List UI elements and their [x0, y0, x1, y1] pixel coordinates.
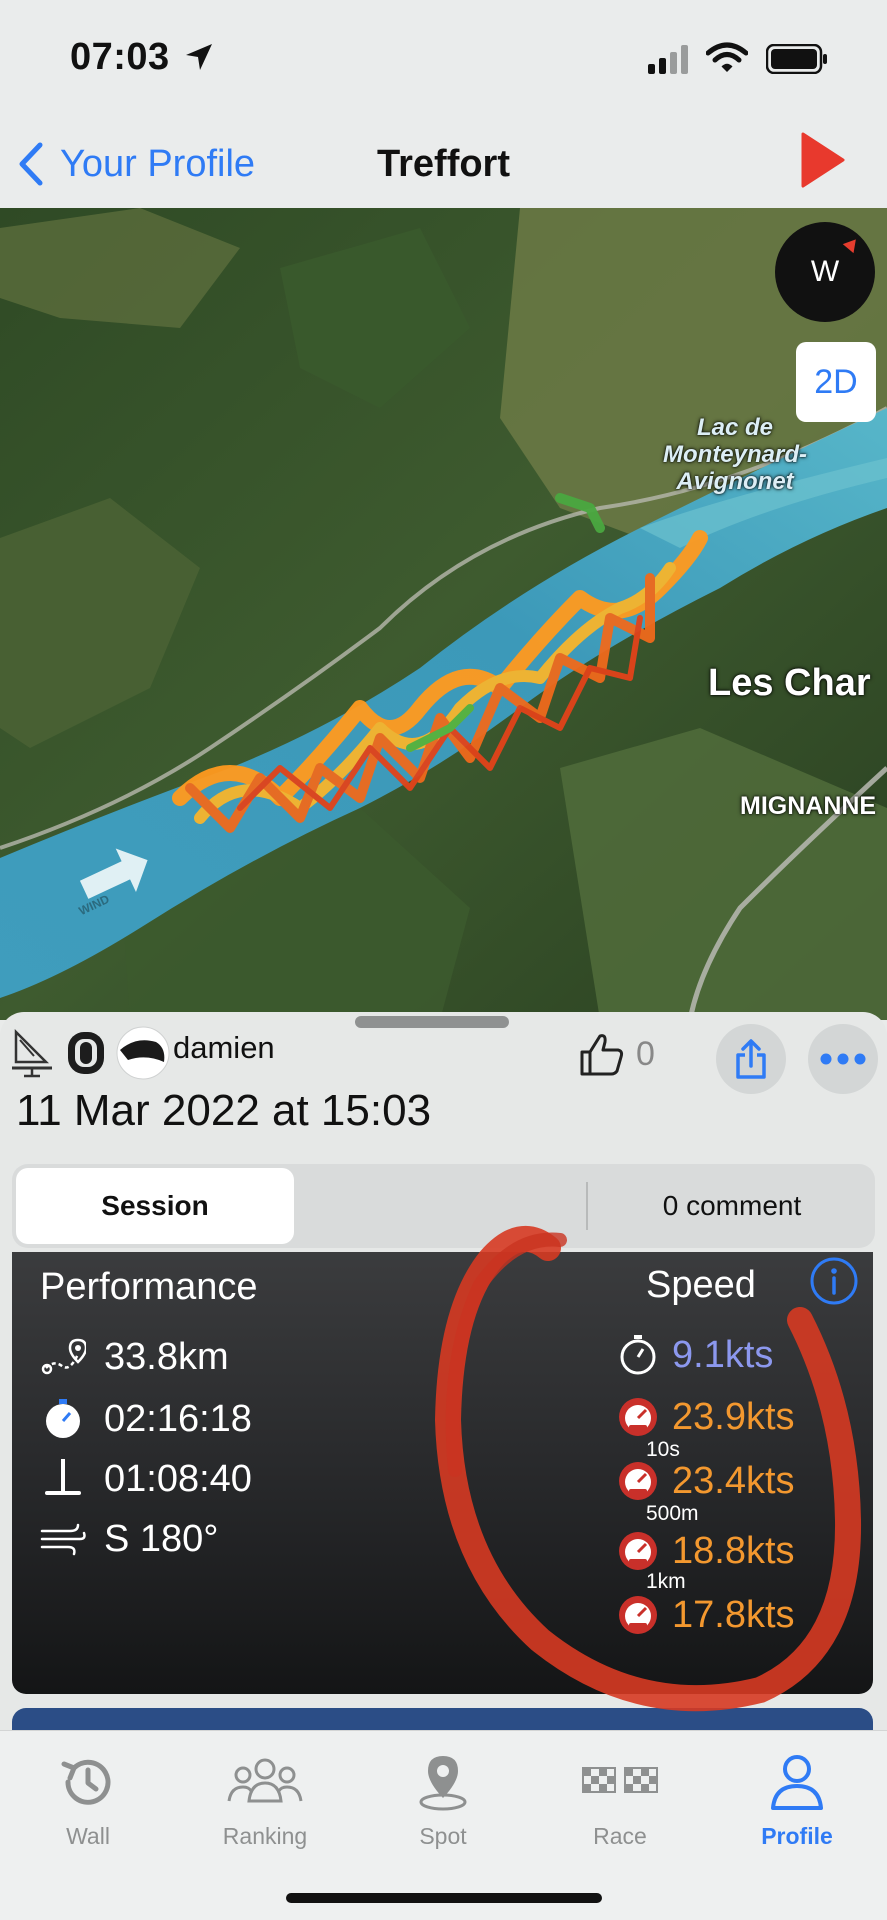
tab-ranking-label: Ranking	[222, 1823, 308, 1849]
battery-icon	[765, 43, 828, 79]
tab-wall-label: Wall	[66, 1823, 110, 1849]
session-sheet: damien 0 11 Mar 2022 at 15:03 Session 0 …	[0, 1012, 887, 1738]
wifi-icon	[705, 42, 749, 79]
navigation-bar: Your Profile Treffort	[0, 120, 887, 208]
windfoil-sport-icon	[8, 1028, 56, 1083]
map-pin-icon	[363, 1749, 523, 1815]
speed-info-button[interactable]	[809, 1256, 859, 1311]
wind-value: S 180°	[104, 1517, 219, 1560]
tab-spot[interactable]: Spot	[363, 1749, 523, 1859]
wind-icon	[38, 1521, 88, 1557]
distance-value: 33.8km	[104, 1335, 229, 1378]
avatar[interactable]	[116, 1026, 170, 1085]
max-10s-stat: 23.4kts	[616, 1456, 795, 1506]
max-500m-value: 18.8kts	[672, 1529, 795, 1572]
average-speed-stat: 9.1kts	[616, 1330, 773, 1380]
info-icon	[810, 1257, 858, 1305]
compass-button[interactable]: W	[775, 222, 875, 322]
satellite-map-image	[0, 208, 887, 1020]
tab-profile[interactable]: Profile	[717, 1749, 877, 1859]
tab-wall[interactable]: Wall	[8, 1749, 168, 1859]
share-icon	[736, 1039, 766, 1079]
foil-icon	[38, 1457, 88, 1501]
speedometer-500m-icon	[616, 1530, 660, 1572]
replay-play-button[interactable]	[800, 130, 846, 195]
average-speed-value: 9.1kts	[672, 1333, 774, 1376]
town-label: Les Char	[708, 662, 871, 704]
speedometer-10s-icon	[616, 1460, 660, 1502]
max-10s-value: 23.4kts	[672, 1459, 795, 1502]
person-icon	[717, 1749, 877, 1815]
max-speed-value: 23.9kts	[672, 1395, 795, 1438]
stopwatch-icon	[38, 1398, 88, 1440]
tab-session[interactable]: Session	[16, 1168, 294, 1244]
tab-spot-label: Spot	[419, 1823, 467, 1849]
session-date: 11 Mar 2022 at 15:03	[16, 1086, 432, 1135]
duration-value: 02:16:18	[104, 1397, 252, 1440]
checkered-flags-icon	[540, 1749, 700, 1815]
lake-label: Lac de Monteynard-Avignonet	[663, 414, 807, 495]
watch-icon	[64, 1028, 108, 1083]
village-label: MIGNANNE	[740, 792, 877, 820]
session-tabs: Session 0 comment	[12, 1164, 875, 1248]
status-time: 07:03	[70, 36, 170, 78]
view-mode-2d-button[interactable]: 2D	[796, 342, 876, 422]
cellular-signal-icon	[648, 44, 692, 79]
ellipsis-icon	[820, 1053, 866, 1065]
speed-title: Speed	[646, 1264, 756, 1306]
group-people-icon	[185, 1749, 345, 1815]
more-options-button[interactable]	[808, 1024, 878, 1094]
home-indicator[interactable]	[286, 1893, 602, 1903]
max-500m-label: 500m	[646, 1502, 699, 1525]
share-button[interactable]	[716, 1024, 786, 1094]
tab-bar: Wall Ranking Spot Race Profile	[0, 1730, 887, 1920]
duration-stat: 02:16:18	[38, 1394, 252, 1444]
performance-title: Performance	[40, 1266, 258, 1308]
owner-name[interactable]: damien	[173, 1030, 275, 1066]
max-speed-stat: 23.9kts	[616, 1392, 795, 1442]
location-arrow-icon	[184, 42, 214, 77]
compass-heading: W	[810, 255, 840, 288]
distance-stat: 33.8km	[38, 1332, 229, 1382]
speedometer-1km-icon	[616, 1594, 660, 1636]
max-1km-stat: 17.8kts	[616, 1590, 795, 1640]
page-title: Treffort	[377, 143, 510, 185]
tab-race[interactable]: Race	[540, 1749, 700, 1859]
tab-comments[interactable]: 0 comment	[592, 1168, 872, 1244]
session-map[interactable]: WIND W 2D Lac de Monteynard-Avignonet Le…	[0, 208, 887, 1020]
foil-time-stat: 01:08:40	[38, 1454, 252, 1504]
status-bar: 07:03	[0, 0, 887, 120]
foil-time-value: 01:08:40	[104, 1457, 252, 1500]
sheet-grabber[interactable]	[355, 1016, 509, 1028]
route-distance-icon	[38, 1336, 88, 1378]
performance-panel: Performance Speed 33.8km 02:16:18 01:08:…	[12, 1252, 873, 1694]
compass-north-indicator-icon	[842, 234, 862, 254]
history-clock-icon	[8, 1749, 168, 1815]
max-1km-value: 17.8kts	[672, 1593, 795, 1636]
max-500m-stat: 18.8kts	[616, 1526, 795, 1576]
tab-profile-label: Profile	[761, 1823, 833, 1849]
like-count: 0	[636, 1034, 655, 1073]
average-speed-stopwatch-icon	[616, 1334, 660, 1376]
like-button[interactable]: 0	[578, 1030, 655, 1078]
play-icon	[801, 132, 845, 188]
thumbs-up-icon	[580, 1034, 624, 1076]
tabs-divider	[586, 1182, 588, 1230]
tab-ranking[interactable]: Ranking	[185, 1749, 345, 1859]
tab-race-label: Race	[593, 1823, 647, 1849]
session-equipment-icons	[8, 1026, 178, 1085]
wind-stat: S 180°	[38, 1514, 219, 1564]
speedometer-icon	[616, 1396, 660, 1438]
